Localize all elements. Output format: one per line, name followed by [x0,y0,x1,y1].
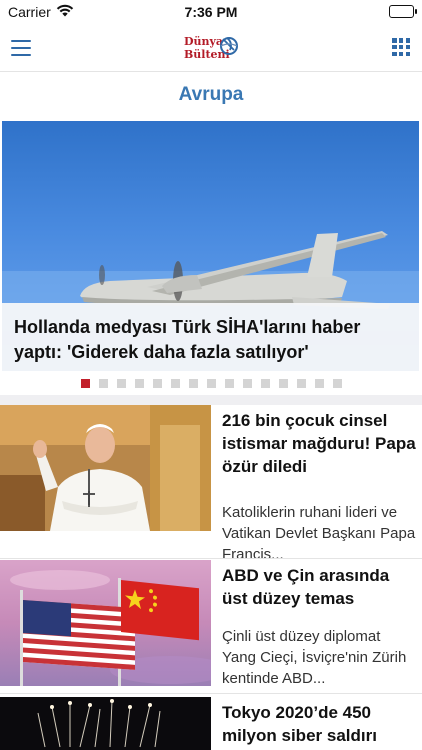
page-dot[interactable] [279,379,288,388]
news-summary: Katoliklerin ruhani lideri ve Vatikan De… [222,504,416,563]
status-bar: Carrier 7:36 PM [0,0,422,26]
list-divider [0,693,422,694]
page-dot[interactable] [333,379,342,388]
hero-title: Hollanda medyası Türk SİHA'larını haber … [14,317,361,362]
page-dot[interactable] [135,379,144,388]
news-title[interactable]: 216 bin çocuk cinsel istismar mağduru! P… [222,409,418,478]
section-title: Avrupa [178,84,244,105]
hamburger-menu-icon[interactable] [11,40,31,56]
page-dot[interactable] [153,379,162,388]
page-dot[interactable] [225,379,234,388]
page-dot[interactable] [315,379,324,388]
news-thumbnail-fireworks [0,697,211,750]
hero-slide[interactable]: Hollanda medyası Türk SİHA'larını haber … [2,121,419,371]
news-list-item[interactable]: 216 bin çocuk cinsel istismar mağduru! P… [0,405,422,563]
page-dot[interactable] [243,379,252,388]
globe-logo-icon [220,37,238,55]
status-time: 7:36 PM [184,4,238,20]
app-logo[interactable]: Dünya Bülteni [180,34,244,64]
page-dot[interactable] [261,379,270,388]
hero-caption: Hollanda medyası Türk SİHA'larını haber … [2,303,419,371]
page-dot[interactable] [189,379,198,388]
page-dot[interactable] [99,379,108,388]
page-dot[interactable] [171,379,180,388]
page-dot[interactable] [297,379,306,388]
news-summary: Çinli üst düzey diplomat Yang Cieçi, İsv… [222,628,407,687]
page-dot-active[interactable] [81,379,90,388]
news-thumbnail-pope [0,405,211,531]
battery-icon [389,5,417,18]
page-indicator[interactable] [81,379,342,388]
page-dot[interactable] [207,379,216,388]
section-separator [0,395,422,405]
navigation-bar: Dünya Bülteni [0,26,422,72]
grid-icon[interactable] [392,38,410,56]
news-list-item[interactable]: ABD ve Çin arasında üst düzey temas Çinl… [0,560,422,690]
news-title[interactable]: ABD ve Çin arasında üst düzey temas [222,564,418,610]
list-divider [0,558,422,559]
news-title[interactable]: Tokyo 2020’de 450 milyon siber saldırı [222,701,418,747]
news-list-item[interactable]: Tokyo 2020’de 450 milyon siber saldırı [0,697,422,750]
news-thumbnail-flags [0,560,211,686]
page-dot[interactable] [117,379,126,388]
